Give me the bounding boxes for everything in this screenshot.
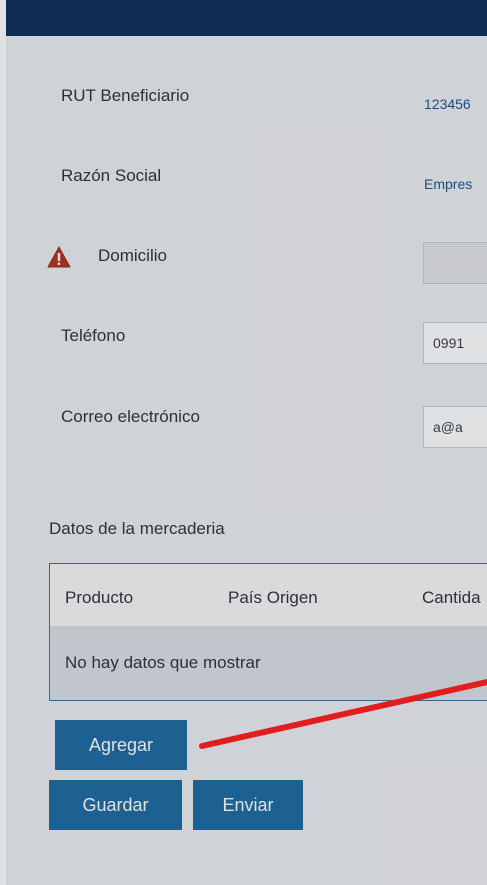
- telefono-input[interactable]: [423, 322, 487, 364]
- warning-triangle-icon: [47, 246, 71, 268]
- telefono-label: Teléfono: [61, 326, 126, 345]
- correo-input[interactable]: [423, 406, 487, 448]
- column-header-cantidad[interactable]: Cantida: [422, 588, 481, 608]
- empty-message: No hay datos que mostrar: [65, 653, 261, 672]
- rut-label: RUT Beneficiario: [61, 86, 190, 105]
- correo-label: Correo electrónico: [61, 407, 200, 426]
- table-empty-row: No hay datos que mostrar: [50, 626, 487, 700]
- merchandise-table-header: Producto País Origen Cantida: [50, 564, 487, 627]
- form-page: RUT Beneficiario 123456 Razón Social Emp…: [0, 0, 487, 885]
- add-button[interactable]: Agregar: [55, 720, 187, 770]
- save-button[interactable]: Guardar: [49, 780, 182, 830]
- domicilio-label: Domicilio: [98, 246, 167, 265]
- send-button[interactable]: Enviar: [193, 780, 303, 830]
- merchandise-table: Producto País Origen Cantida No hay dato…: [49, 563, 487, 701]
- razon-social-label: Razón Social: [61, 166, 162, 185]
- domicilio-input[interactable]: [423, 242, 487, 284]
- merchandise-section-title: Datos de la mercaderia: [49, 519, 225, 538]
- rut-value: 123456: [424, 96, 471, 112]
- column-header-producto[interactable]: Producto: [65, 588, 133, 608]
- top-header-bar: [6, 0, 487, 36]
- razon-social-value: Empres: [424, 176, 473, 192]
- column-header-pais-origen[interactable]: País Origen: [228, 588, 318, 608]
